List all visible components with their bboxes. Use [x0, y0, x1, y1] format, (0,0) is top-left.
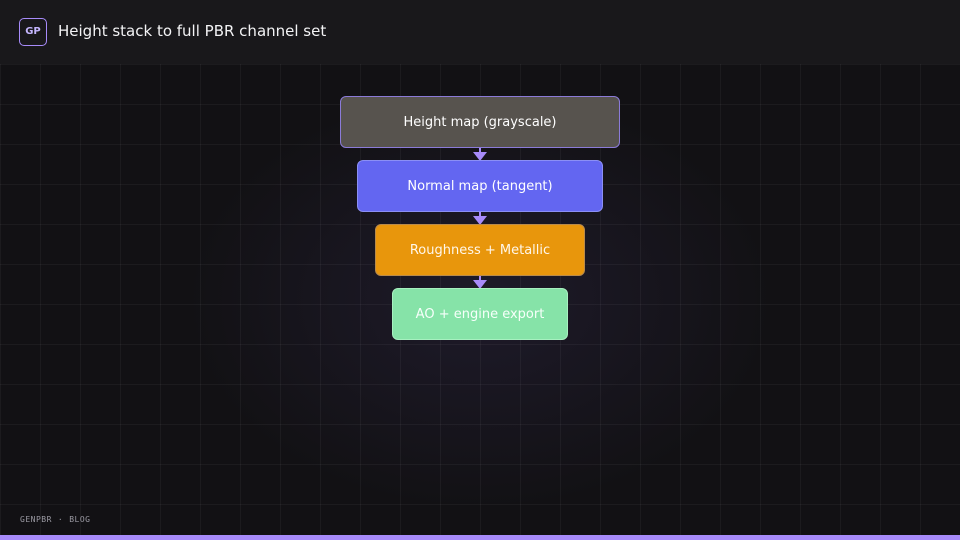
bottom-accent-bar — [0, 535, 960, 540]
footer-brand: GENPBR — [20, 515, 52, 524]
footer-separator: · — [57, 515, 64, 524]
node-height-map-label: Height map (grayscale) — [403, 114, 557, 130]
node-roughness-metallic-label: Roughness + Metallic — [409, 242, 551, 258]
page-title: Height stack to full PBR channel set — [58, 22, 327, 40]
node-ao-export-label: AO + engine export — [415, 306, 545, 322]
slide: GP Height stack to full PBR channel set … — [0, 0, 960, 540]
node-height-map: Height map (grayscale) — [340, 96, 620, 148]
footer-text: GENPBR · BLOG — [20, 515, 91, 524]
node-normal-map: Normal map (tangent) — [357, 160, 603, 212]
brand-logo: GP — [19, 18, 47, 46]
node-roughness-metallic: Roughness + Metallic — [375, 224, 585, 276]
node-normal-map-label: Normal map (tangent) — [407, 178, 553, 194]
header-bar: GP Height stack to full PBR channel set — [0, 0, 960, 64]
footer-section: BLOG — [69, 515, 91, 524]
node-ao-export: AO + engine export — [392, 288, 568, 340]
